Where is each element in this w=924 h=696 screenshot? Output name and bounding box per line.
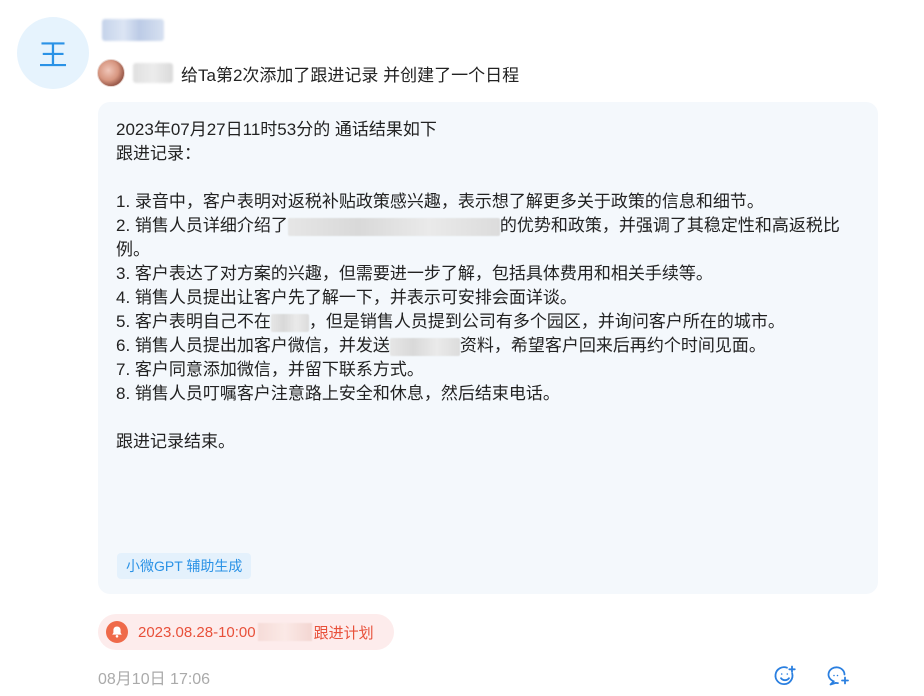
record-header: 2023年07月27日11时53分的 通话结果如下: [116, 120, 437, 139]
record-item-text: 6. 销售人员提出加客户微信，并发送: [116, 336, 390, 355]
record-item-text: 2. 销售人员详细介绍了: [116, 216, 288, 235]
redacted-text: [389, 337, 460, 356]
record-item-text: 资料，希望客户回来后再约个时间见面。: [459, 336, 766, 355]
plan-date: 2023.08.28-10:00: [138, 623, 256, 641]
gpt-generated-tag: 小微GPT 辅助生成: [117, 553, 252, 579]
record-item: 3. 客户表达了对方案的兴趣，但需要进一步了解，包括具体费用和相关手续等。: [116, 264, 713, 283]
record-footer: 跟进记录结束。: [116, 432, 235, 451]
activity-description: 给Ta第2次添加了跟进记录 并创建了一个日程: [181, 65, 520, 85]
redacted-text: [270, 313, 309, 332]
user-avatar[interactable]: 王: [17, 17, 89, 89]
avatar-initial: 王: [38, 38, 68, 72]
actor-avatar[interactable]: [97, 59, 125, 87]
plan-label: 跟进计划: [313, 624, 374, 642]
record-item: 5. 客户表明自己不在 ，但是销售人员提到公司有多个园区，并询问客户所在的城市。: [116, 310, 861, 334]
record-item: 1. 录音中，客户表明对返税补贴政策感兴趣，表示想了解更多关于政策的信息和细节。: [116, 192, 764, 211]
record-content: 2023年07月27日11时53分的 通话结果如下 跟进记录： 1. 录音中，客…: [116, 118, 861, 454]
record-item: 8. 销售人员叮嘱客户注意路上安全和休息，然后结束电话。: [116, 384, 560, 403]
bell-icon: [106, 621, 128, 643]
emoji-add-icon[interactable]: [772, 663, 798, 689]
redacted-actor-name: [133, 63, 173, 83]
entry-timestamp: 08月10日 17:06: [98, 671, 211, 688]
record-item: 7. 客户同意添加微信，并留下联系方式。: [116, 360, 424, 379]
record-item-text: 5. 客户表明自己不在: [116, 312, 271, 331]
redacted-text: [287, 217, 500, 236]
follow-up-plan-pill[interactable]: 2023.08.28-10:00 跟进计划: [98, 614, 394, 650]
record-item-text: ，但是销售人员提到公司有多个园区，并询问客户所在的城市。: [308, 312, 785, 331]
activity-header: 给Ta第2次添加了跟进记录 并创建了一个日程: [97, 57, 519, 89]
record-item: 2. 销售人员详细介绍了 的优势和政策，并强调了其稳定性和高返税比例。: [116, 214, 861, 262]
activity-entry: 王 给Ta第2次添加了跟进记录 并创建了一个日程 2023年07月27日11时5…: [0, 0, 924, 696]
record-item: 6. 销售人员提出加客户微信，并发送 资料，希望客户回来后再约个时间见面。: [116, 334, 861, 358]
comment-add-icon[interactable]: [825, 663, 851, 689]
redacted-user-name: [102, 19, 164, 41]
redacted-plan-text: [257, 623, 312, 641]
record-subheader: 跟进记录：: [116, 144, 201, 163]
record-item: 4. 销售人员提出让客户先了解一下，并表示可安排会面详谈。: [116, 288, 577, 307]
follow-up-record-card: 2023年07月27日11时53分的 通话结果如下 跟进记录： 1. 录音中，客…: [98, 102, 878, 594]
